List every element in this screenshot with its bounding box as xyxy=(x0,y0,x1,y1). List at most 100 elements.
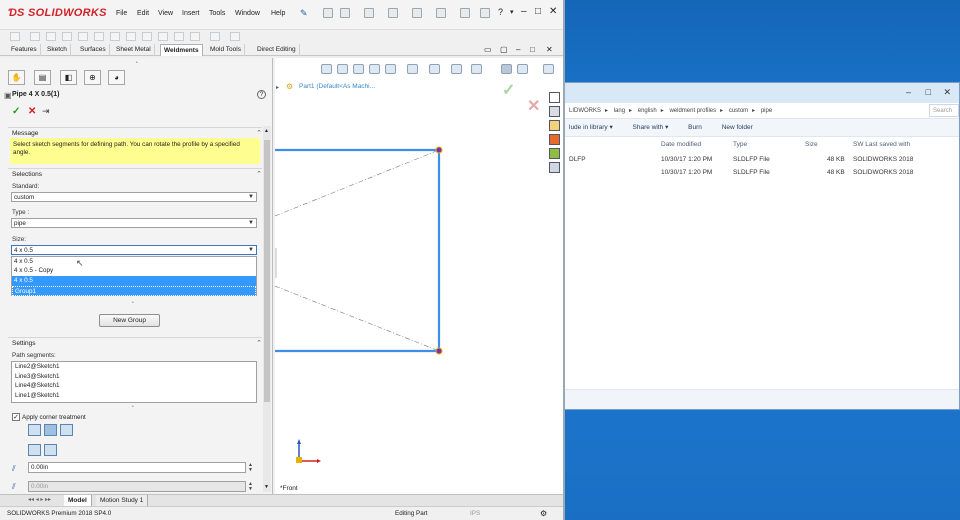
toolbar-icon[interactable] xyxy=(230,32,240,41)
open-icon[interactable] xyxy=(364,8,374,18)
menu-help[interactable]: Help xyxy=(271,10,285,17)
toolbar-icon[interactable] xyxy=(126,32,136,41)
path-segments-list[interactable]: Line2@Sketch1 Line3@Sketch1 Line4@Sketch… xyxy=(11,361,257,403)
rebuild-status-icon[interactable]: ⚙ xyxy=(540,507,547,520)
minimize-button[interactable]: – xyxy=(521,6,527,17)
gap-same-group-input[interactable]: 0.00in xyxy=(28,462,246,473)
tab-model[interactable]: Model xyxy=(64,495,92,506)
breadcrumb-item[interactable]: lang xyxy=(614,103,625,119)
column-size[interactable]: Size xyxy=(805,137,818,153)
panel-scrollbar[interactable]: ▲ ▼ xyxy=(263,126,271,492)
explorer-maximize-button[interactable]: □ xyxy=(926,87,931,97)
breadcrumb-item[interactable]: weldment profiles xyxy=(669,103,716,119)
tab-features[interactable]: Features xyxy=(8,44,41,56)
tab-motion-study[interactable]: Motion Study 1 xyxy=(96,495,149,506)
menu-view[interactable]: View xyxy=(158,10,173,17)
display-manager-tab-icon[interactable]: ◕ xyxy=(108,70,125,85)
ok-button[interactable]: ✓ xyxy=(12,106,20,117)
spin-down-icon[interactable]: ▼ xyxy=(248,468,253,473)
explorer-close-button[interactable]: ✕ xyxy=(943,87,951,98)
column-type[interactable]: Type xyxy=(733,137,747,153)
file-explorer-icon[interactable] xyxy=(549,120,560,131)
toolbar-icon[interactable] xyxy=(142,32,152,41)
menu-file[interactable]: File xyxy=(116,10,127,17)
breadcrumb-item[interactable]: english xyxy=(638,103,657,119)
panel-close-icon[interactable]: ✕ xyxy=(546,45,553,54)
custom-properties-icon[interactable] xyxy=(549,162,560,173)
breadcrumb-item[interactable]: custom xyxy=(729,103,748,119)
resize-handle[interactable]: • xyxy=(132,404,134,410)
solidworks-logo[interactable]: ƊS SOLIDWORKS xyxy=(8,7,107,19)
toolbar-icon[interactable] xyxy=(10,32,20,41)
save-icon[interactable] xyxy=(388,8,398,18)
file-row[interactable]: 10/30/17 1:20 PM SLDLFP File 48 KB SOLID… xyxy=(541,166,959,179)
panel-maximize-icon[interactable]: □ xyxy=(530,45,535,54)
undo-icon[interactable] xyxy=(436,8,446,18)
explorer-address-bar[interactable]: LIDWORKS ▸ lang ▸ english ▸ weldment profil… xyxy=(541,103,959,119)
design-library-icon[interactable] xyxy=(549,106,560,117)
spin-down-icon[interactable]: ▼ xyxy=(248,487,253,492)
menu-edit[interactable]: Edit xyxy=(137,10,149,17)
scroll-up-icon[interactable]: ▲ xyxy=(264,128,269,134)
feature-manager-tab-icon[interactable]: ✋ xyxy=(8,70,25,85)
close-button[interactable]: ✕ xyxy=(549,6,557,17)
help-button[interactable]: ? xyxy=(257,90,266,99)
type-select[interactable]: pipe ▼ xyxy=(11,218,257,228)
collapse-chevron-icon[interactable]: ⌃ xyxy=(256,169,262,181)
list-item[interactable]: Line2@Sketch1 xyxy=(15,363,60,370)
burn-button[interactable]: Burn xyxy=(688,124,702,131)
toolbar-icon[interactable] xyxy=(46,32,56,41)
new-group-button[interactable]: New Group xyxy=(99,314,160,327)
share-with-button[interactable]: Share with ▾ xyxy=(633,124,669,131)
tab-mold-tools[interactable]: Mold Tools xyxy=(207,44,245,56)
list-item[interactable]: Line1@Sketch1 xyxy=(15,392,60,399)
print-icon[interactable] xyxy=(412,8,422,18)
column-sw-last-saved[interactable]: SW Last saved with xyxy=(853,137,910,153)
tab-sheet-metal[interactable]: Sheet Metal xyxy=(113,44,155,56)
resize-handle[interactable]: • xyxy=(132,300,134,306)
standard-select[interactable]: custom ▼ xyxy=(11,192,257,202)
toolbar-icon[interactable] xyxy=(174,32,184,41)
scroll-down-icon[interactable]: ▼ xyxy=(264,484,269,490)
collapse-chevron-icon[interactable]: ⌃ xyxy=(256,338,262,350)
tab-sketch[interactable]: Sketch xyxy=(44,44,71,56)
file-row[interactable]: DLFP 10/30/17 1:20 PM SLDLFP File 48 KB … xyxy=(541,153,959,166)
explorer-minimize-button[interactable]: – xyxy=(906,87,911,97)
maximize-button[interactable]: □ xyxy=(535,6,541,17)
toolbar-icon[interactable] xyxy=(110,32,120,41)
end-miter-icon[interactable] xyxy=(28,424,41,436)
menu-tools[interactable]: Tools xyxy=(209,10,225,17)
sketch-endpoint[interactable] xyxy=(435,347,443,355)
menu-window[interactable]: Window xyxy=(235,10,260,17)
pin-button[interactable]: ⇥ xyxy=(42,106,50,117)
sketch-endpoint[interactable] xyxy=(435,146,443,154)
panel-tile-icon[interactable]: ▢ xyxy=(500,45,508,54)
tab-weldments[interactable]: Weldments xyxy=(160,44,203,56)
explorer-search-input[interactable]: Search xyxy=(929,104,959,117)
help-icon[interactable]: ? xyxy=(498,7,503,17)
tab-direct-editing[interactable]: Direct Editing xyxy=(254,44,300,56)
graphics-area[interactable]: ▸ ⚙ Part1 (Default<As Machi... ✓ ✕ *Fron… xyxy=(275,58,563,494)
sketch-canvas[interactable] xyxy=(275,58,563,494)
end-butt2-icon[interactable] xyxy=(60,424,73,436)
property-manager-tab-icon[interactable]: ▤ xyxy=(34,70,51,85)
solidworks-resources-icon[interactable] xyxy=(549,92,560,103)
panel-restore-icon[interactable]: ▭ xyxy=(484,45,492,54)
selections-section-header[interactable]: Selections ⌃ xyxy=(8,168,262,180)
settings-section-header[interactable]: Settings ⌃ xyxy=(8,337,262,349)
toolbar-icon[interactable] xyxy=(94,32,104,41)
toolbar-icon[interactable] xyxy=(158,32,168,41)
dimxpert-tab-icon[interactable]: ⊕ xyxy=(84,70,101,85)
unit-system[interactable]: IPS xyxy=(470,507,480,520)
rebuild-icon[interactable] xyxy=(480,8,490,18)
configuration-manager-tab-icon[interactable]: ◧ xyxy=(60,70,77,85)
breadcrumb-item[interactable]: LIDWORKS xyxy=(569,103,601,119)
panel-collapse-handle[interactable]: • xyxy=(136,60,138,66)
include-in-library-button[interactable]: lude in library ▾ xyxy=(569,124,613,131)
pin-icon[interactable]: ✎ xyxy=(300,8,308,19)
breadcrumb-item[interactable]: pipe xyxy=(761,103,772,119)
gap-different-group-input[interactable]: 0.00in xyxy=(28,481,246,492)
toolbar-icon[interactable] xyxy=(210,32,220,41)
new-folder-button[interactable]: New folder xyxy=(722,124,753,131)
toolbar-icon[interactable] xyxy=(30,32,40,41)
